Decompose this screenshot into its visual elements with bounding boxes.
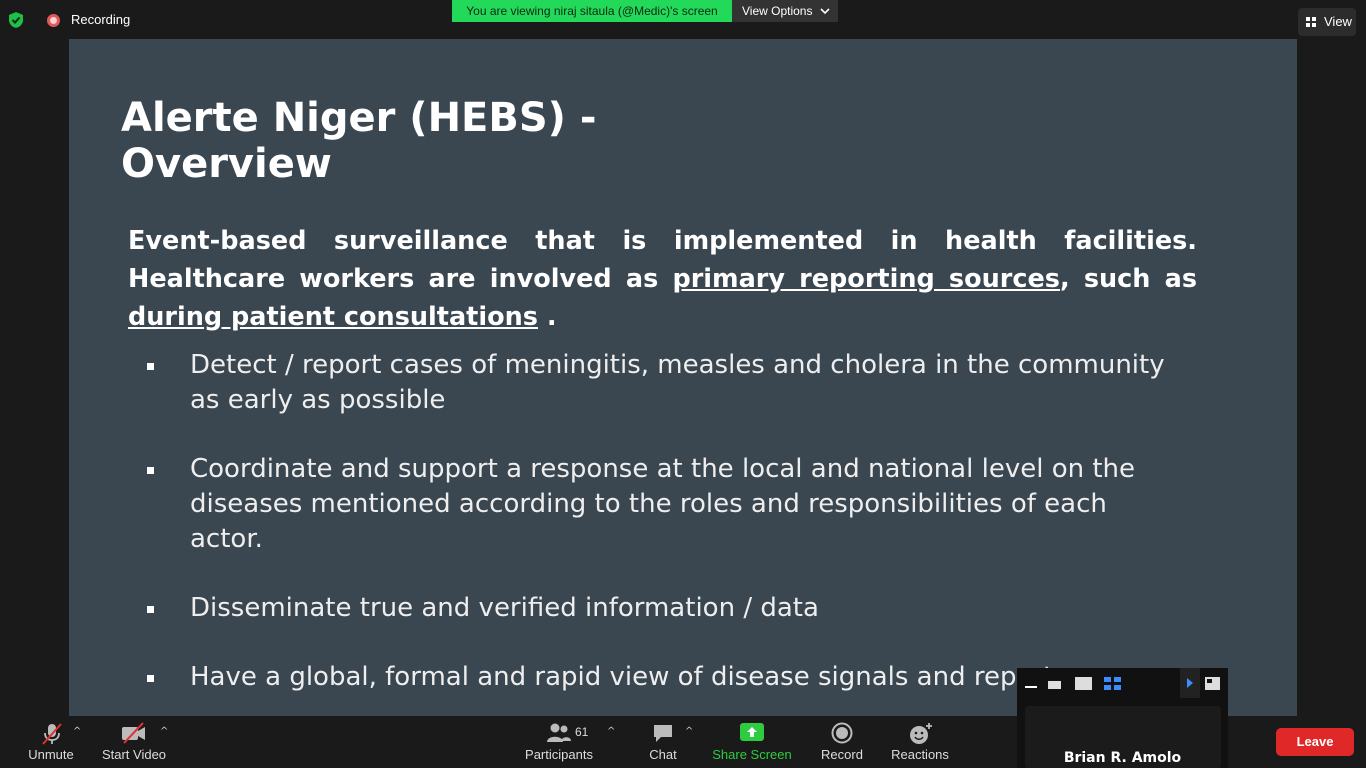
record-label: Record bbox=[821, 747, 863, 762]
video-thumbnail-panel: Brian R. Amolo bbox=[1017, 668, 1228, 768]
bullet-item: Disseminate true and verified informatio… bbox=[147, 591, 1167, 626]
slide-bullet-list: Detect / report cases of meningitis, mea… bbox=[147, 348, 1167, 729]
small-view-icon[interactable] bbox=[1048, 677, 1061, 689]
share-screen-icon bbox=[740, 723, 764, 741]
bullet-item: Have a global, formal and rapid view of … bbox=[147, 660, 1167, 695]
minimize-icon[interactable] bbox=[1025, 677, 1037, 689]
viewing-banner: You are viewing niraj sitaula (@Medic)'s… bbox=[452, 0, 732, 22]
unmute-button[interactable]: Unmute bbox=[22, 716, 80, 768]
shield-icon[interactable] bbox=[6, 10, 26, 30]
chat-options-caret-icon[interactable]: ^ bbox=[685, 726, 693, 737]
chat-label: Chat bbox=[649, 747, 677, 762]
leave-button[interactable]: Leave bbox=[1276, 728, 1354, 756]
participants-icon bbox=[547, 723, 571, 742]
top-bar: Recording You are viewing niraj sitaula … bbox=[0, 0, 1366, 38]
reactions-label: Reactions bbox=[891, 747, 949, 762]
chat-icon bbox=[654, 725, 672, 742]
next-page-arrow-icon[interactable] bbox=[1180, 668, 1200, 698]
participants-label: Participants bbox=[525, 747, 593, 762]
chat-button[interactable]: Chat bbox=[644, 716, 682, 768]
bullet-square-icon bbox=[147, 467, 154, 474]
record-button[interactable]: Record bbox=[816, 716, 868, 768]
view-options-button[interactable]: View Options bbox=[732, 0, 838, 22]
reactions-emoji-icon bbox=[910, 723, 932, 744]
pop-out-icon[interactable] bbox=[1205, 677, 1220, 690]
participants-button[interactable]: Participants bbox=[522, 716, 596, 768]
bullet-text: Detect / report cases of meningitis, mea… bbox=[190, 350, 1165, 415]
bullet-square-icon bbox=[147, 675, 154, 682]
start-video-button[interactable]: Start Video bbox=[96, 716, 172, 768]
unmute-label: Unmute bbox=[28, 747, 74, 762]
share-screen-button[interactable]: Share Screen bbox=[710, 716, 794, 768]
recording-icon bbox=[47, 14, 60, 27]
grid-icon bbox=[1306, 17, 1316, 27]
start-video-label: Start Video bbox=[101, 747, 167, 762]
lead-text-2: , such as bbox=[1059, 264, 1198, 294]
chevron-down-icon bbox=[820, 8, 830, 15]
shared-screen-slide: Alerte Niger (HEBS) - Overview Event-bas… bbox=[69, 39, 1297, 716]
reactions-button[interactable]: Reactions bbox=[888, 716, 952, 768]
thumbnail-toolbar bbox=[1017, 668, 1228, 698]
bullet-text: Disseminate true and verified informatio… bbox=[190, 593, 819, 623]
gallery-view-icon[interactable] bbox=[1104, 677, 1121, 690]
record-icon bbox=[831, 722, 853, 744]
view-options-label: View Options bbox=[742, 4, 813, 18]
bullet-item: Coordinate and support a response at the… bbox=[147, 452, 1167, 557]
bullet-text: Coordinate and support a response at the… bbox=[190, 454, 1136, 554]
slide-title-line2: Overview bbox=[121, 141, 332, 187]
video-options-caret-icon[interactable]: ^ bbox=[160, 726, 168, 737]
slide-title-line1: Alerte Niger (HEBS) - bbox=[121, 95, 597, 141]
bullet-text: Have a global, formal and rapid view of … bbox=[190, 662, 1076, 692]
participants-count: 61 bbox=[575, 725, 589, 739]
bullet-square-icon bbox=[147, 606, 154, 613]
view-button[interactable]: View bbox=[1298, 8, 1356, 36]
lead-underline-1: primary reporting sources bbox=[672, 264, 1060, 294]
bullet-item: Detect / report cases of meningitis, mea… bbox=[147, 348, 1167, 418]
recording-label[interactable]: Recording bbox=[71, 12, 130, 27]
audio-options-caret-icon[interactable]: ^ bbox=[73, 726, 81, 737]
slide-title: Alerte Niger (HEBS) - Overview bbox=[121, 95, 721, 187]
lead-underline-2: during patient consultations bbox=[128, 302, 538, 332]
bullet-square-icon bbox=[147, 363, 154, 370]
large-view-icon[interactable] bbox=[1075, 677, 1092, 690]
video-camera-off-icon bbox=[122, 722, 145, 744]
participants-options-caret-icon[interactable]: ^ bbox=[607, 726, 615, 737]
view-label: View bbox=[1324, 14, 1352, 29]
microphone-muted-icon bbox=[42, 723, 62, 745]
lead-text-3: . bbox=[537, 302, 557, 332]
share-screen-label: Share Screen bbox=[712, 747, 792, 762]
participant-name: Brian R. Amolo bbox=[1063, 750, 1182, 766]
slide-lead-paragraph: Event-based surveillance that is impleme… bbox=[128, 222, 1197, 336]
